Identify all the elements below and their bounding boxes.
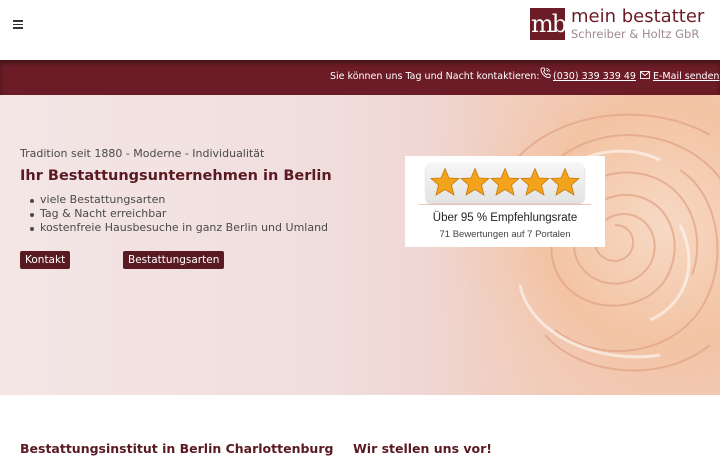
rating-subtitle: 71 Bewertungen auf 7 Portalen <box>439 229 571 240</box>
contact-text: Sie können uns Tag und Nacht kontaktiere… <box>330 71 540 82</box>
list-item: Tag & Nacht erreichbar <box>28 207 328 221</box>
hero-headline: Ihr Bestattungsunternehmen in Berlin <box>20 168 332 184</box>
star-icon <box>430 167 460 196</box>
rating-title: Über 95 % Empfehlungsrate <box>432 212 578 224</box>
hero-bullet-list: viele Bestattungsarten Tag & Nacht errei… <box>28 193 328 235</box>
logo-subtitle: Schreiber & Holtz GbR <box>571 27 700 41</box>
star-icon <box>520 167 550 196</box>
star-rating <box>426 163 584 203</box>
list-item: viele Bestattungsarten <box>28 193 328 207</box>
divider <box>419 204 591 205</box>
logo[interactable]: mb mein bestatter Schreiber & Holtz GbR <box>530 7 710 43</box>
star-icon <box>550 167 580 196</box>
list-item: kostenfreie Hausbesuche in ganz Berlin u… <box>28 221 328 235</box>
logo-mark: mb <box>530 8 567 40</box>
email-link[interactable]: E-Mail senden <box>653 71 719 82</box>
envelope-icon <box>640 71 650 79</box>
section-title-vorstellung: Wir stellen uns vor! <box>353 441 492 456</box>
star-icon <box>460 167 490 196</box>
logo-title: mein bestatter <box>571 6 705 27</box>
phone-link[interactable]: (030) 339 339 49 <box>553 71 636 82</box>
section-title-institut: Bestattungsinstitut in Berlin Charlotten… <box>20 441 334 456</box>
header: mb mein bestatter Schreiber & Holtz GbR <box>0 0 720 60</box>
logo-mark-text: mb <box>531 10 567 38</box>
kontakt-button[interactable]: Kontakt <box>20 251 71 269</box>
hero-tagline: Tradition seit 1880 - Moderne - Individu… <box>20 147 265 160</box>
hero-banner: Tradition seit 1880 - Moderne - Individu… <box>0 95 720 395</box>
bestattungsarten-button[interactable]: Bestattungsarten <box>123 251 225 269</box>
star-icon <box>490 167 520 196</box>
rating-widget[interactable]: Über 95 % Empfehlungsrate 71 Bewertungen… <box>405 156 605 247</box>
phone-icon <box>540 67 551 79</box>
hamburger-menu-icon[interactable] <box>12 17 26 31</box>
contact-bar: Sie können uns Tag und Nacht kontaktiere… <box>0 60 720 95</box>
